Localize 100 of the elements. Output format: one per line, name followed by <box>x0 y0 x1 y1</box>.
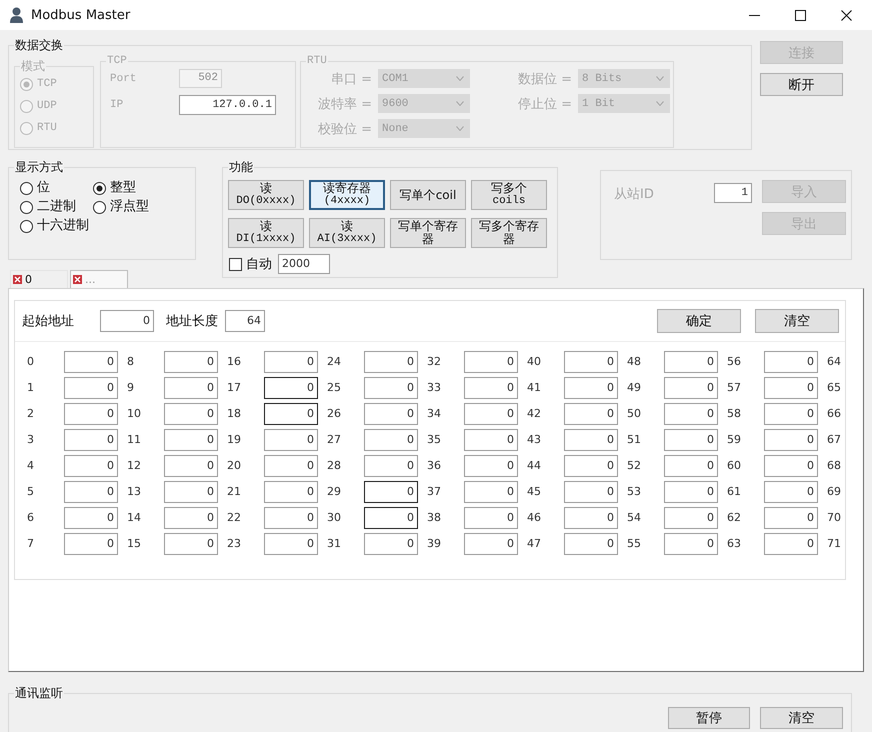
input-field[interactable]: 0 <box>364 429 418 451</box>
input-field[interactable]: 0 <box>564 533 618 555</box>
input-field[interactable]: 0 <box>164 507 218 529</box>
input-field[interactable]: 0 <box>364 533 418 555</box>
group-title: 通讯监听 <box>14 686 64 700</box>
clear-button[interactable]: 清空 <box>760 707 843 729</box>
group-title: TCP <box>106 54 128 68</box>
input-field[interactable]: 0 <box>664 351 718 373</box>
address-label: 34 <box>427 407 441 421</box>
address-label: 25 <box>327 381 341 395</box>
pause-button[interactable]: 暂停 <box>668 707 750 729</box>
input-field[interactable]: 0 <box>264 507 318 529</box>
input-field[interactable]: 0 <box>664 533 718 555</box>
input-field[interactable]: 0 <box>464 377 518 399</box>
input-field[interactable]: 0 <box>564 403 618 425</box>
address-label: 3 <box>27 433 34 447</box>
input-field[interactable]: 0 <box>264 481 318 503</box>
input-field[interactable]: 0 <box>100 310 154 332</box>
input-field[interactable]: 0 <box>564 351 618 373</box>
input-field[interactable]: 64 <box>225 310 265 332</box>
auto-checkbox[interactable]: 自动 <box>229 255 272 273</box>
input-field[interactable]: 0 <box>364 481 418 503</box>
input-field[interactable]: 0 <box>764 429 818 451</box>
radio-option[interactable]: 位 <box>20 180 50 196</box>
input-field[interactable]: 0 <box>264 377 318 399</box>
input-field[interactable]: 0 <box>364 403 418 425</box>
input-field[interactable]: 0 <box>64 377 118 399</box>
input-field[interactable]: 0 <box>64 351 118 373</box>
input-field[interactable]: 0 <box>64 507 118 529</box>
input-field[interactable]: 0 <box>464 429 518 451</box>
chevron-icon <box>456 101 464 106</box>
input-field[interactable]: 0 <box>164 377 218 399</box>
input-field[interactable]: 0 <box>664 507 718 529</box>
function-button[interactable]: 写单个寄存器 <box>390 218 466 248</box>
address-label: 0 <box>27 355 34 369</box>
function-button[interactable]: 写单个coil <box>390 180 466 210</box>
input-field[interactable]: 0 <box>564 507 618 529</box>
input-field[interactable]: 0 <box>464 455 518 477</box>
address-label: 69 <box>827 485 841 499</box>
input-field[interactable]: 0 <box>64 455 118 477</box>
clear-button[interactable]: 清空 <box>755 309 839 333</box>
input-field[interactable]: 0 <box>264 455 318 477</box>
function-button[interactable]: 读寄存器 (4xxxx) <box>309 180 385 210</box>
input-field[interactable]: 0 <box>64 481 118 503</box>
input-field[interactable]: 0 <box>64 429 118 451</box>
radio-option[interactable]: 十六进制 <box>20 218 89 234</box>
function-button[interactable]: 写多个寄存器 <box>471 218 547 248</box>
input-field[interactable]: 0 <box>364 351 418 373</box>
input-field[interactable]: 0 <box>664 481 718 503</box>
input-field[interactable]: 2000 <box>278 254 330 274</box>
input-field[interactable]: 0 <box>664 455 718 477</box>
address-label: 37 <box>427 485 441 499</box>
function-button[interactable]: 写多个 coils <box>471 180 547 210</box>
address-label: 36 <box>427 459 441 473</box>
input-field[interactable]: 0 <box>764 507 818 529</box>
input-field[interactable]: 0 <box>664 429 718 451</box>
input-field[interactable]: 0 <box>64 533 118 555</box>
input-field[interactable]: 0 <box>464 351 518 373</box>
radio-option[interactable]: 二进制 <box>20 199 76 215</box>
disconnect-button[interactable]: 断开 <box>760 73 843 96</box>
input-field[interactable]: 0 <box>764 351 818 373</box>
input-field[interactable]: 0 <box>364 377 418 399</box>
input-field[interactable]: 0 <box>464 507 518 529</box>
input-field[interactable]: 0 <box>164 481 218 503</box>
input-field[interactable]: 0 <box>164 429 218 451</box>
input-field[interactable]: 0 <box>764 481 818 503</box>
input-field[interactable]: 0 <box>564 377 618 399</box>
input-field[interactable]: 0 <box>564 481 618 503</box>
function-button[interactable]: 读 AI(3xxxx) <box>309 218 385 248</box>
input-field[interactable]: 0 <box>164 351 218 373</box>
input-field[interactable]: 0 <box>764 533 818 555</box>
input-field[interactable]: 0 <box>264 429 318 451</box>
input-field[interactable]: 0 <box>664 377 718 399</box>
close-icon[interactable] <box>13 275 22 284</box>
confirm-button[interactable]: 确定 <box>657 309 741 333</box>
input-field[interactable]: 0 <box>164 455 218 477</box>
radio-option[interactable]: 整型 <box>93 180 136 196</box>
function-button[interactable]: 读 DI(1xxxx) <box>228 218 304 248</box>
input-field[interactable]: 0 <box>664 403 718 425</box>
input-field[interactable]: 0 <box>264 403 318 425</box>
input-field[interactable]: 0 <box>464 481 518 503</box>
input-field[interactable]: 0 <box>264 351 318 373</box>
input-field[interactable]: 0 <box>64 403 118 425</box>
input-field[interactable]: 0 <box>264 533 318 555</box>
input-field[interactable]: 0 <box>764 455 818 477</box>
input-field[interactable]: 0 <box>764 403 818 425</box>
input-field[interactable]: 0 <box>164 533 218 555</box>
input-field[interactable]: 0 <box>364 455 418 477</box>
function-button[interactable]: 读 DO(0xxxx) <box>228 180 304 210</box>
input-field[interactable]: 0 <box>164 403 218 425</box>
input-field[interactable]: 0 <box>564 455 618 477</box>
tab[interactable]: 0 <box>10 270 68 288</box>
close-icon[interactable] <box>73 275 82 284</box>
input-field[interactable]: 0 <box>464 533 518 555</box>
input-field[interactable]: 0 <box>364 507 418 529</box>
radio-option[interactable]: 浮点型 <box>93 199 149 215</box>
input-field[interactable]: 0 <box>764 377 818 399</box>
field-label: 波特率 = <box>318 96 372 112</box>
input-field[interactable]: 0 <box>464 403 518 425</box>
input-field[interactable]: 0 <box>564 429 618 451</box>
